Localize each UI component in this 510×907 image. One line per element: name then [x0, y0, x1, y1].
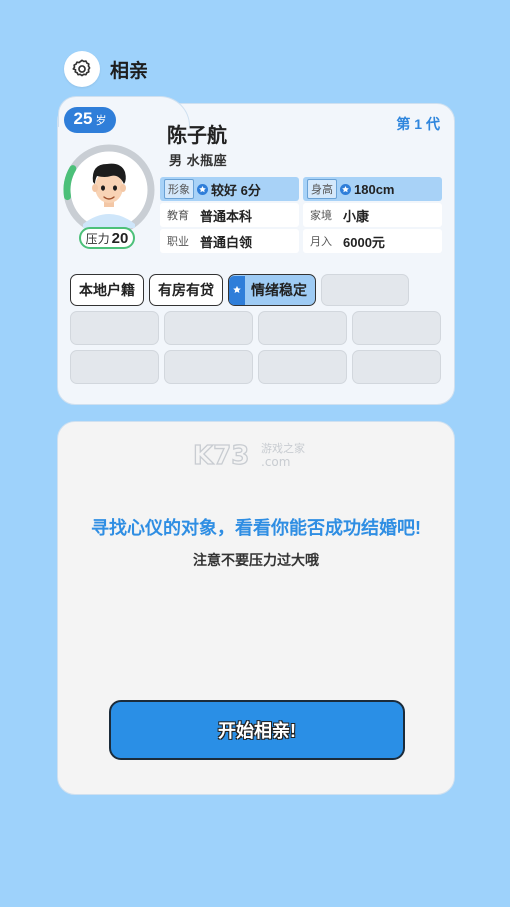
svg-text:游戏之家: 游戏之家	[261, 441, 305, 455]
trait-tags: 本地户籍 有房有贷 情绪稳定	[70, 274, 444, 389]
attr-key: 教育	[167, 210, 189, 222]
attr-value: 普通本科	[200, 208, 253, 224]
watermark-logo: K73 游戏之家 .com	[192, 438, 323, 471]
tag-slot-empty	[352, 311, 441, 345]
attr-value: 6000元	[343, 234, 385, 250]
attribute-grid: 形象 较好 6分 身高 180cm 教育 普通本科 家境 小康 职业 普通白领 …	[160, 177, 442, 255]
stress-value: 20	[111, 229, 129, 247]
attr-key: 身高	[307, 179, 337, 199]
top-bar: 相亲	[64, 51, 148, 87]
avatar	[61, 142, 157, 238]
svg-text:.com: .com	[261, 455, 290, 469]
tip-text: 注意不要压力过大哦	[193, 552, 319, 568]
tag-house-mortgage[interactable]: 有房有贷	[149, 274, 223, 306]
tag-slot-empty	[70, 311, 159, 345]
stress-indicator: 压力 20	[79, 227, 135, 249]
attr-key: 家境	[310, 210, 332, 222]
gender-zodiac: 男 水瓶座	[169, 153, 228, 168]
main-panel: K73 游戏之家 .com 寻找心仪的对象，看看你能否成功结婚吧! 注意不要压力…	[57, 421, 455, 795]
attr-appearance: 形象 较好 6分	[160, 177, 299, 201]
stress-label: 压力	[85, 231, 110, 246]
attr-height: 身高 180cm	[303, 177, 442, 201]
tag-slot-empty	[258, 311, 347, 345]
attr-value: 普通白领	[200, 234, 253, 250]
tag-slot-empty	[164, 311, 253, 345]
attr-key: 形象	[164, 179, 194, 199]
age-value: 25	[73, 109, 93, 128]
star-icon	[197, 183, 208, 195]
tag-slot-empty	[258, 350, 347, 384]
tag-local-hukou[interactable]: 本地户籍	[70, 274, 144, 306]
attr-value: 180cm	[354, 181, 395, 197]
tag-slot-empty	[352, 350, 441, 384]
tag-emotionally-stable[interactable]: 情绪稳定	[228, 274, 316, 306]
age-badge: 25 岁	[64, 107, 116, 133]
attr-occupation: 职业 普通白领	[160, 229, 299, 253]
tag-slot-empty	[321, 274, 409, 306]
attr-family: 家境 小康	[303, 203, 442, 227]
start-matchmaking-button[interactable]: 开始相亲!	[109, 700, 405, 760]
svg-text:K73: K73	[193, 441, 249, 470]
headline: 寻找心仪的对象，看看你能否成功结婚吧!	[91, 518, 421, 538]
star-icon	[340, 183, 351, 195]
generation-label: 第 1 代	[396, 116, 440, 132]
star-icon	[229, 275, 245, 305]
attr-key: 月入	[310, 236, 332, 248]
attr-income: 月入 6000元	[303, 229, 442, 253]
gear-icon	[72, 59, 91, 77]
tag-slot-empty	[164, 350, 253, 384]
attr-key: 职业	[167, 236, 189, 248]
character-name: 陈子航	[167, 125, 227, 147]
settings-button[interactable]	[64, 51, 100, 87]
age-unit: 岁	[95, 115, 107, 127]
tag-slot-empty	[70, 350, 159, 384]
attr-value: 较好 6分	[211, 182, 261, 198]
tag-label: 情绪稳定	[251, 282, 307, 298]
attr-value: 小康	[343, 208, 370, 224]
page-title: 相亲	[110, 60, 149, 82]
character-card: 25 岁 第 1 代 压力 20 陈子航 男 水瓶座 形象 较好 6分 身高 1…	[57, 96, 455, 405]
attr-education: 教育 普通本科	[160, 203, 299, 227]
